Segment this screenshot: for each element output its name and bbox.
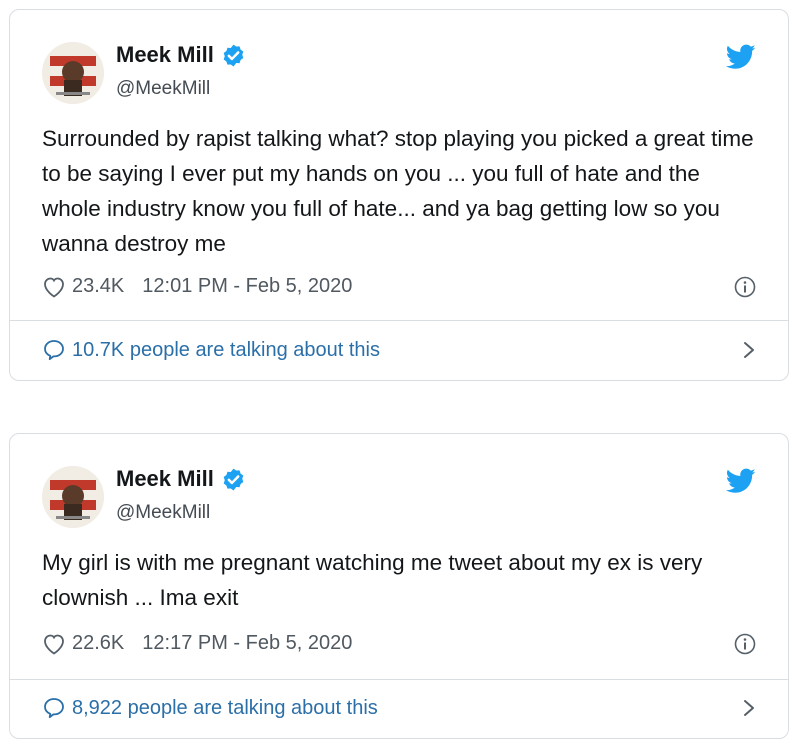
- avatar[interactable]: [42, 466, 104, 528]
- divider: [10, 320, 788, 321]
- timestamp[interactable]: 12:17 PM - Feb 5, 2020: [142, 632, 352, 655]
- twitter-bird-icon[interactable]: [726, 468, 756, 494]
- conversation-link[interactable]: 8,922 people are talking about this: [42, 696, 756, 720]
- heart-icon[interactable]: [42, 276, 66, 298]
- avatar[interactable]: [42, 42, 104, 104]
- twitter-bird-icon[interactable]: [726, 44, 756, 70]
- like-count[interactable]: 22.6K: [72, 632, 124, 655]
- info-icon[interactable]: [734, 633, 756, 655]
- conversation-label[interactable]: 10.7K people are talking about this: [72, 339, 380, 362]
- reply-bubble-icon: [44, 340, 64, 361]
- like-count[interactable]: 23.4K: [72, 275, 124, 298]
- info-icon[interactable]: [734, 276, 756, 298]
- conversation-label[interactable]: 8,922 people are talking about this: [72, 697, 378, 720]
- tweet-text: Surrounded by rapist talking what? stop …: [42, 126, 754, 256]
- heart-icon[interactable]: [42, 633, 66, 655]
- divider: [10, 679, 788, 680]
- verified-badge-icon: [223, 44, 244, 66]
- user-handle[interactable]: @MeekMill: [116, 78, 210, 100]
- user-handle[interactable]: @MeekMill: [116, 502, 210, 524]
- display-name[interactable]: Meek Mill: [116, 466, 214, 492]
- chevron-right-icon[interactable]: [742, 698, 756, 718]
- avatar-image: [42, 466, 104, 528]
- tweet-text: My girl is with me pregnant watching me …: [42, 550, 703, 610]
- tweet-card[interactable]: Meek Mill @MeekMill My girl is with me p…: [9, 433, 789, 739]
- chevron-right-icon[interactable]: [742, 340, 756, 360]
- avatar-image: [42, 42, 104, 104]
- verified-badge-icon: [223, 468, 244, 490]
- reply-bubble-icon: [44, 698, 64, 719]
- tweet-card[interactable]: Meek Mill @MeekMill Surrounded by rapist…: [9, 9, 789, 381]
- timestamp[interactable]: 12:01 PM - Feb 5, 2020: [142, 275, 352, 298]
- display-name[interactable]: Meek Mill: [116, 42, 214, 68]
- conversation-link[interactable]: 10.7K people are talking about this: [42, 338, 756, 362]
